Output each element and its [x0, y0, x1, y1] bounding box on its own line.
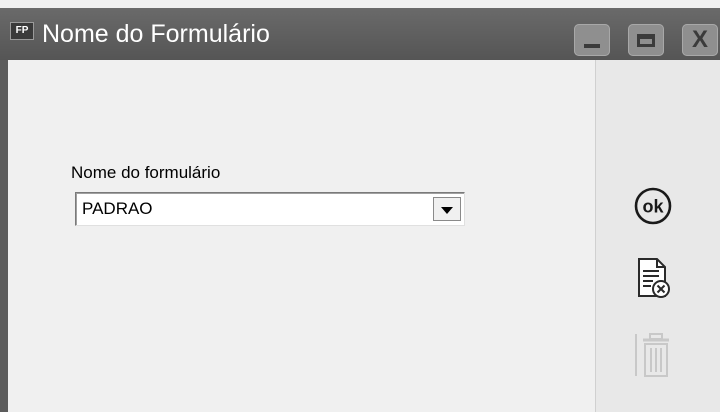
ok-icon: ok [634, 187, 672, 225]
maximize-button[interactable] [628, 24, 664, 56]
ok-button[interactable]: ok [633, 186, 673, 226]
close-button[interactable]: X [682, 24, 718, 56]
trash-icon [635, 333, 669, 377]
close-icon: X [691, 26, 708, 53]
document-cancel-icon [638, 258, 670, 298]
delete-button[interactable] [633, 330, 673, 380]
minimize-button[interactable] [574, 24, 610, 56]
form-window: FP Nome do Formulário X Nome do formulár… [0, 0, 720, 412]
cancel-document-button[interactable] [633, 256, 673, 304]
title-bar[interactable]: FP Nome do Formulário X [0, 8, 720, 60]
form-name-label: Nome do formulário [71, 163, 221, 182]
dropdown-button[interactable] [433, 197, 461, 221]
window-border [0, 60, 8, 412]
window-title: Nome do Formulário [42, 20, 270, 48]
svg-text:ok: ok [642, 197, 664, 217]
minimize-icon [584, 44, 600, 48]
form-name-select[interactable]: PADRAO [75, 192, 465, 226]
form-content [8, 60, 595, 412]
form-name-select-value: PADRAO [82, 199, 153, 218]
chevron-down-icon [441, 206, 453, 214]
app-icon: FP [10, 22, 34, 40]
maximize-icon [637, 33, 655, 47]
